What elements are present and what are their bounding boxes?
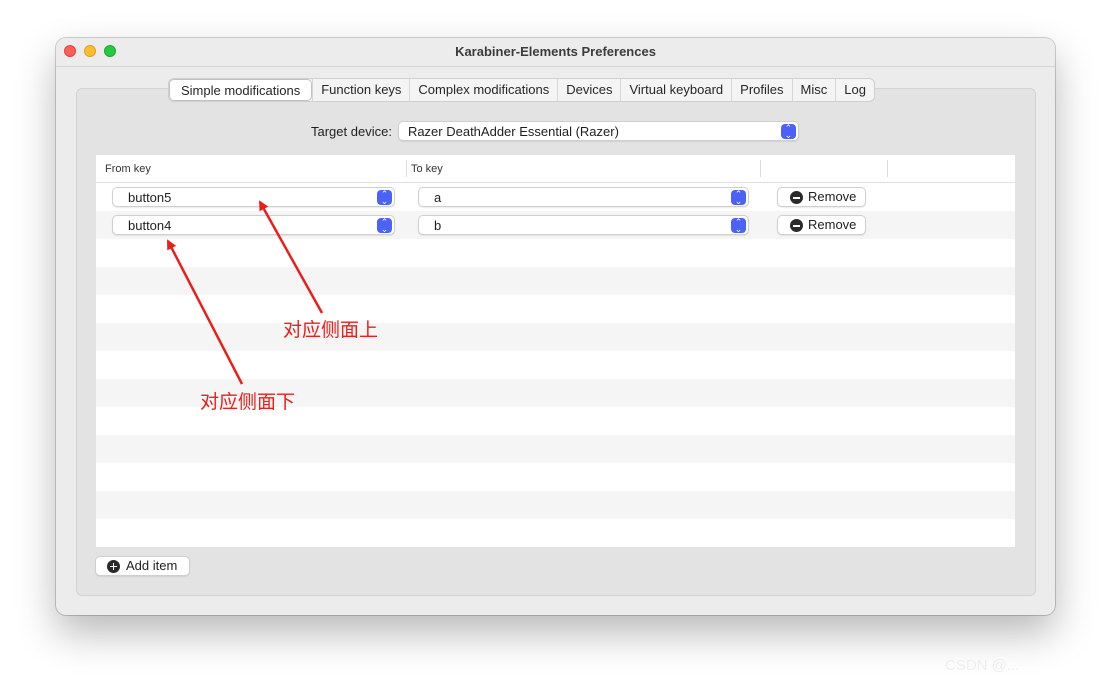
tab-profiles[interactable]: Profiles xyxy=(731,79,791,101)
tab-complex-modifications[interactable]: Complex modifications xyxy=(409,79,557,101)
tab-devices[interactable]: Devices xyxy=(557,79,620,101)
annotation-upper-side: 对应侧面上 xyxy=(283,319,379,341)
tab-misc[interactable]: Misc xyxy=(791,79,836,101)
annotation-lower-side: 对应侧面下 xyxy=(200,391,296,413)
tab-function-keys[interactable]: Function keys xyxy=(312,79,409,101)
tab-log[interactable]: Log xyxy=(835,79,874,101)
tab-simple-modifications[interactable]: Simple modifications xyxy=(169,79,313,101)
tab-virtual-keyboard[interactable]: Virtual keyboard xyxy=(620,79,731,101)
watermark: CSDN @... xyxy=(945,657,1020,674)
arrow-to-button4 xyxy=(166,239,244,385)
arrow-to-button5 xyxy=(258,200,324,314)
tab-bar: Simple modifications Function keys Compl… xyxy=(168,78,875,102)
annotation-arrows xyxy=(166,200,324,385)
